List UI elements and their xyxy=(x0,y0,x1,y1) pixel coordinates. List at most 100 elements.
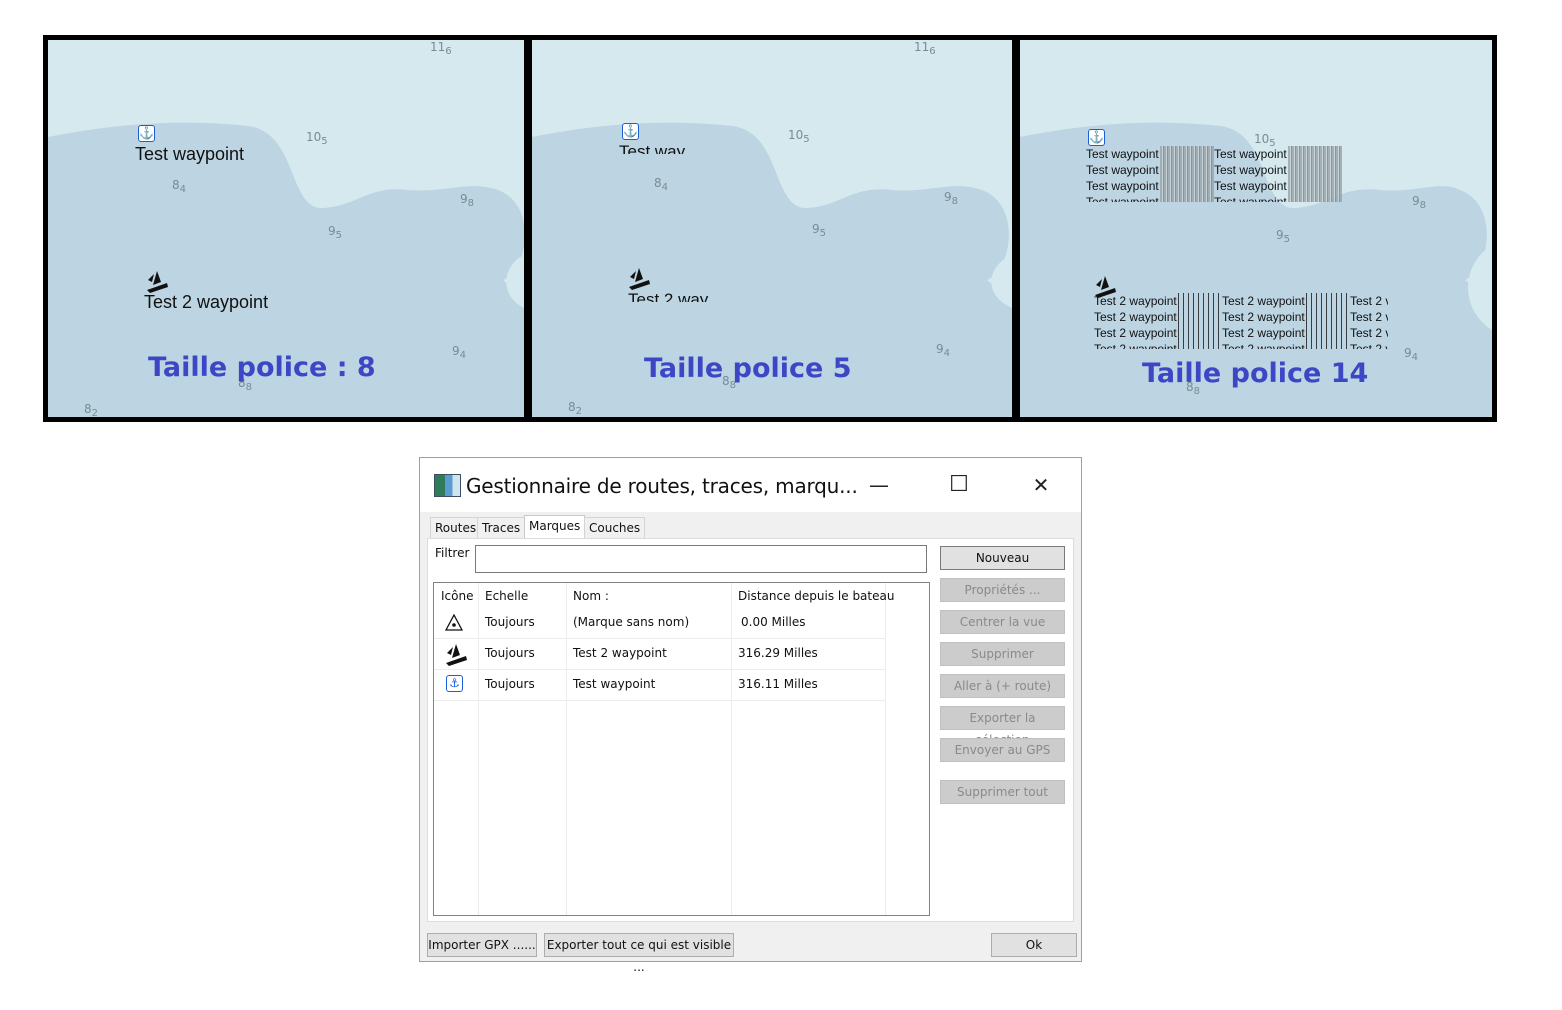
sounding: 105 xyxy=(306,130,328,147)
sounding: 95 xyxy=(328,224,343,241)
waypoint-label: Test waypoint xyxy=(1086,179,1159,193)
sounding: 84 xyxy=(172,178,187,195)
cell-scale: Toujours xyxy=(485,646,535,660)
title-bar[interactable]: Gestionnaire de routes, traces, marqu...… xyxy=(420,458,1081,512)
font-size-caption: Taille police 14 xyxy=(1142,358,1369,389)
waypoint-label: Test waypoint xyxy=(1086,163,1159,177)
sounding: 82 xyxy=(84,402,99,417)
route-manager-dialog: Gestionnaire de routes, traces, marqu...… xyxy=(419,457,1082,974)
column-header-icon[interactable]: Icône xyxy=(441,589,473,603)
anchor-icon[interactable]: ⚓ xyxy=(1088,129,1105,146)
cell-distance: 316.11 Milles xyxy=(738,677,818,691)
waypoint-label: Test 2 v xyxy=(1350,342,1388,349)
column-header-name[interactable]: Nom : xyxy=(573,589,609,603)
boat-icon[interactable] xyxy=(626,265,652,291)
waypoint-label: Test 2 waypoint xyxy=(1222,326,1305,340)
chart-comparison-strip: 116 105 84 98 95 94 88 82 ⚓ Test waypoin… xyxy=(43,35,1497,422)
waypoint-label: Test 2 waypoint xyxy=(1094,342,1177,349)
garbled-label-block: Test 2 waypoint Test 2 waypoint Test 2 w… xyxy=(1094,293,1388,349)
cell-name: Test waypoint xyxy=(573,677,656,691)
font-size-caption: Taille police : 8 xyxy=(148,352,376,383)
waypoint-label: Test 2 way xyxy=(628,290,709,302)
anchor-icon: ⚓ xyxy=(446,675,463,692)
sounding: 95 xyxy=(812,222,827,239)
cell-distance: 316.29 Milles xyxy=(738,646,818,660)
waypoint-label: Test 2 waypoint xyxy=(1094,310,1177,324)
app-icon xyxy=(434,474,461,497)
waypoint-label: Test waypoint xyxy=(1214,147,1287,161)
sounding: 94 xyxy=(452,344,467,361)
list-item[interactable]: Toujours Test 2 waypoint 316.29 Milles xyxy=(434,638,886,670)
cell-name: (Marque sans nom) xyxy=(573,615,690,629)
maximize-icon[interactable]: ☐ xyxy=(936,468,982,502)
import-gpx-button[interactable]: Importer GPX ...... xyxy=(427,933,537,957)
sounding: 82 xyxy=(568,400,583,417)
waypoint-label: Test way xyxy=(619,142,686,154)
sounding: 95 xyxy=(1276,228,1291,245)
waypoint-label: Test 2 waypoint xyxy=(1094,294,1177,308)
clipped-label-box: Test way xyxy=(618,140,698,154)
delete-button[interactable]: Supprimer xyxy=(940,642,1065,666)
send-to-gps-button[interactable]: Envoyer au GPS xyxy=(940,738,1065,762)
minimize-icon[interactable]: — xyxy=(856,468,902,502)
render-artifact xyxy=(1178,293,1222,349)
triangle-mark-icon xyxy=(445,614,463,631)
waypoint-label: Test 2 waypoint xyxy=(1222,310,1305,324)
clipped-label-box: Test 2 way xyxy=(626,289,716,302)
goto-button[interactable]: Aller à (+ route) xyxy=(940,674,1065,698)
sounding: 116 xyxy=(430,40,452,57)
marks-list[interactable]: Icône Echelle Nom : Distance depuis le b… xyxy=(433,582,930,916)
tab-marques[interactable]: Marques xyxy=(524,515,586,539)
waypoint-label: Test waypoint xyxy=(1086,147,1159,161)
render-artifact xyxy=(1288,146,1342,202)
render-artifact xyxy=(1160,146,1214,202)
close-icon[interactable]: ✕ xyxy=(1018,468,1064,502)
chart-panel-font-8[interactable]: 116 105 84 98 95 94 88 82 ⚓ Test waypoin… xyxy=(48,40,524,417)
chart-panel-font-14[interactable]: 105 98 95 94 88 ⚓ Test waypoint Test way… xyxy=(1020,40,1492,417)
waypoint-label: Test waypoint xyxy=(1214,163,1287,177)
cell-name: Test 2 waypoint xyxy=(573,646,667,660)
sounding: 98 xyxy=(1412,194,1427,211)
ok-button[interactable]: Ok xyxy=(991,933,1077,957)
waypoint-label: Test waypoint xyxy=(1214,179,1287,193)
new-button[interactable]: Nouveau xyxy=(940,546,1065,570)
properties-button[interactable]: Propriétés ... xyxy=(940,578,1065,602)
list-item[interactable]: ⚓ Toujours Test waypoint 316.11 Milles xyxy=(434,669,886,701)
sounding: 98 xyxy=(460,192,475,209)
boat-icon[interactable] xyxy=(144,268,170,294)
waypoint-label: Test 2 v xyxy=(1350,326,1388,340)
font-size-caption: Taille police 5 xyxy=(644,353,852,384)
filter-input[interactable] xyxy=(475,545,927,573)
garbled-label-block: Test waypoint Test waypoint Test waypoin… xyxy=(1086,146,1342,202)
delete-all-button[interactable]: Supprimer tout xyxy=(940,780,1065,804)
sounding: 105 xyxy=(788,128,810,145)
export-visible-button[interactable]: Exporter tout ce qui est visible ... xyxy=(544,933,734,974)
waypoint-label: Test 2 waypoint xyxy=(1222,294,1305,308)
boat-icon xyxy=(446,644,467,666)
sounding: 84 xyxy=(654,176,669,193)
anchor-icon[interactable]: ⚓ xyxy=(622,123,639,140)
sounding: 94 xyxy=(1404,346,1419,363)
tab-routes[interactable]: Routes xyxy=(430,517,482,538)
anchor-icon[interactable]: ⚓ xyxy=(138,125,155,142)
filter-label: Filtrer xyxy=(435,546,470,560)
tab-traces[interactable]: Traces xyxy=(477,517,526,538)
export-selection-button[interactable]: Exporter la sélection xyxy=(940,706,1065,747)
waypoint-label: Test waypoint xyxy=(135,144,245,164)
column-header-scale[interactable]: Echelle xyxy=(485,589,528,603)
render-artifact xyxy=(1306,293,1350,349)
waypoint-label: Test 2 v xyxy=(1350,294,1388,308)
tab-couches[interactable]: Couches xyxy=(584,517,646,538)
cell-distance: 0.00 Milles xyxy=(741,615,806,629)
waypoint-label: Test 2 waypoint xyxy=(1222,342,1305,349)
waypoint-label: Test 2 waypoint xyxy=(144,292,269,312)
column-header-distance[interactable]: Distance depuis le bateau xyxy=(738,589,894,603)
waypoint-label: Test 2 waypoint xyxy=(1094,326,1177,340)
center-view-button[interactable]: Centrer la vue xyxy=(940,610,1065,634)
list-item[interactable]: Toujours (Marque sans nom) 0.00 Milles xyxy=(434,607,886,639)
waypoint-label: Test waypoint xyxy=(1214,195,1287,202)
cell-scale: Toujours xyxy=(485,677,535,691)
sounding: 116 xyxy=(914,40,936,57)
window-title: Gestionnaire de routes, traces, marqu... xyxy=(466,474,858,498)
chart-panel-font-5[interactable]: 116 105 84 98 95 94 88 82 ⚓ Test way Tes… xyxy=(532,40,1012,417)
